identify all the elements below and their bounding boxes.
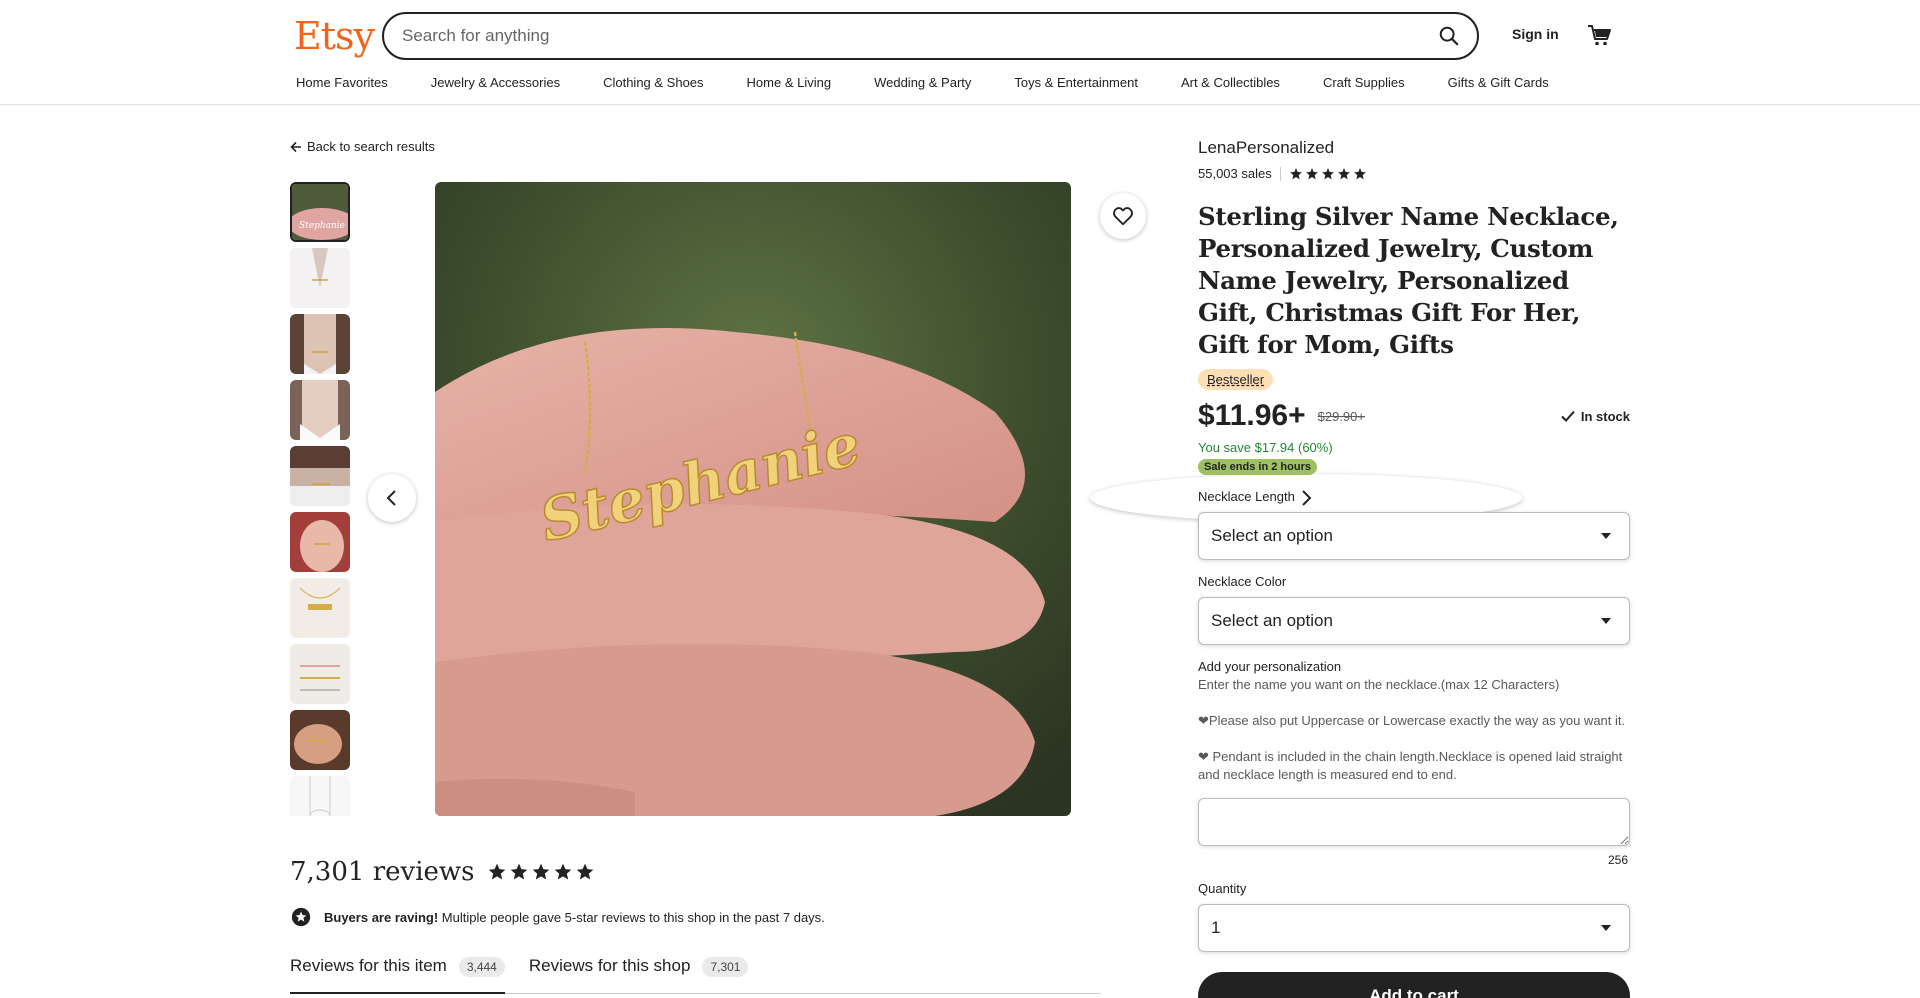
caret-down-icon (1601, 618, 1611, 624)
back-to-search-link[interactable]: Back to search results (290, 139, 435, 154)
instruction-line: ❤ Pendant is included in the chain lengt… (1198, 749, 1623, 782)
reviews-count-title: 7,301 reviews (290, 857, 475, 887)
etsy-logo[interactable]: Etsy (294, 14, 375, 58)
tab-reviews-for-item[interactable]: Reviews for this item 3,444 (290, 950, 505, 994)
character-count: 256 (1607, 853, 1628, 867)
chevron-left-icon (386, 490, 396, 506)
sale-ends-badge: Sale ends in 2 hours (1198, 459, 1317, 475)
quantity-select[interactable]: 1 (1198, 904, 1630, 952)
you-save-text: You save $17.94 (60%) (1198, 440, 1333, 455)
original-price: $29.90+ (1317, 408, 1365, 424)
shop-name-link[interactable]: LenaPersonalized (1198, 138, 1630, 158)
nav-toys-entertainment[interactable]: Toys & Entertainment (1014, 75, 1138, 90)
current-price: $11.96+ (1198, 399, 1306, 432)
caret-down-icon (1601, 533, 1611, 539)
caret-down-icon (1601, 925, 1611, 931)
thumbnail[interactable] (290, 446, 350, 506)
necklace-length-select[interactable]: Select an option (1198, 512, 1630, 560)
bestseller-badge[interactable]: Bestseller (1198, 369, 1274, 390)
thumbnail[interactable] (290, 578, 350, 638)
necklace-color-select[interactable]: Select an option (1198, 597, 1630, 645)
nav-gifts-gift-cards[interactable]: Gifts & Gift Cards (1448, 75, 1549, 90)
category-nav: Home Favorites Jewelry & Accessories Clo… (296, 75, 1549, 90)
raving-text: Buyers are raving! Multiple people gave … (324, 910, 825, 925)
tab-count-badge: 7,301 (702, 957, 749, 977)
select-value: Select an option (1211, 611, 1333, 630)
star-icon (1337, 167, 1350, 179)
star-icon (576, 863, 593, 880)
price-row: $11.96+ $29.90+ In stock (1198, 398, 1630, 434)
star-icon (532, 863, 549, 880)
search-icon[interactable] (1431, 18, 1467, 54)
tab-count-badge: 3,444 (458, 957, 505, 977)
divider (1279, 166, 1281, 181)
thumbnail[interactable] (290, 776, 350, 816)
arrow-left-icon (290, 141, 301, 152)
necklace-length-label: Necklace Length (1198, 489, 1295, 504)
star-icon (1289, 167, 1302, 179)
instruction-line: Enter the name you want on the necklace.… (1198, 677, 1560, 692)
personalization-label: Add your personalization (1198, 659, 1342, 674)
nav-craft-supplies[interactable]: Craft Supplies (1323, 75, 1405, 90)
previous-image-button[interactable] (368, 474, 416, 522)
stock-label: In stock (1580, 408, 1630, 424)
quantity-label: Quantity (1198, 881, 1247, 896)
svg-text:Stephanie: Stephanie (299, 221, 345, 231)
nav-art-collectibles[interactable]: Art & Collectibles (1181, 75, 1280, 90)
nav-home-living[interactable]: Home & Living (747, 75, 832, 90)
search-input[interactable] (402, 14, 1382, 58)
nav-home-favorites[interactable]: Home Favorites (296, 75, 388, 90)
product-title: Sterling Silver Name Necklace, Personali… (1198, 202, 1619, 359)
shop-star-rating[interactable] (1289, 167, 1367, 181)
nav-clothing-shoes[interactable]: Clothing & Shoes (603, 75, 703, 90)
star-icon (488, 863, 505, 880)
favorite-button[interactable] (1100, 193, 1146, 239)
reviews-tabs: Reviews for this item 3,444 Reviews for … (290, 950, 1101, 994)
nav-wedding-party[interactable]: Wedding & Party (874, 75, 971, 90)
star-icon (1305, 167, 1318, 179)
stock-status: In stock (1560, 408, 1630, 424)
add-to-cart-button[interactable]: Add to cart (1198, 972, 1630, 998)
tab-label: Reviews for this shop (528, 956, 691, 975)
checkmark-icon (1561, 410, 1575, 422)
buyers-raving-notice: Buyers are raving! Multiple people gave … (290, 906, 825, 928)
thumbnail-strip: Stephanie (290, 182, 350, 816)
sales-count: 55,003 sales (1198, 166, 1272, 181)
select-value: 1 (1211, 918, 1221, 937)
nav-jewelry-accessories[interactable]: Jewelry & Accessories (431, 75, 560, 90)
back-link-label: Back to search results (307, 139, 435, 154)
star-icon (1353, 167, 1366, 179)
necklace-color-label: Necklace Color (1198, 574, 1287, 589)
thumbnail[interactable]: Stephanie (290, 182, 350, 242)
star-icon (554, 863, 571, 880)
thumbnail[interactable] (290, 512, 350, 572)
thumbnail[interactable] (290, 380, 350, 440)
thumbnail[interactable] (290, 248, 350, 308)
raving-bold: Buyers are raving! (324, 909, 439, 925)
heart-icon (1113, 207, 1133, 226)
sign-in-link[interactable]: Sign in (1512, 26, 1559, 42)
thumbnail[interactable] (290, 314, 350, 374)
star-badge-icon (291, 907, 311, 927)
personalization-instructions: Enter the name you want on the necklace.… (1198, 676, 1630, 784)
thumbnail[interactable] (290, 710, 350, 770)
cart-icon[interactable] (1586, 22, 1612, 48)
select-value: Select an option (1211, 526, 1333, 545)
instruction-line: ❤Please also put Uppercase or Lowercase … (1198, 713, 1626, 728)
tab-label: Reviews for this item (290, 956, 447, 975)
main-product-image: Stephanie (435, 182, 1071, 816)
product-details: LenaPersonalized 55,003 sales Sterling S… (1198, 138, 1630, 998)
shop-sales-rating: 55,003 sales (1198, 166, 1630, 181)
reviews-star-rating (487, 862, 595, 882)
raving-description: Multiple people gave 5-star reviews to t… (441, 909, 825, 925)
thumbnail[interactable] (290, 644, 350, 704)
personalization-input[interactable] (1198, 798, 1630, 846)
reviews-heading: 7,301 reviews (290, 857, 595, 887)
search-bar (382, 12, 1479, 60)
star-icon (510, 863, 527, 880)
tab-reviews-for-shop[interactable]: Reviews for this shop 7,301 (529, 950, 749, 994)
star-icon (1321, 167, 1334, 179)
site-header: Etsy Sign in Home Favorites Jewelry & Ac… (0, 0, 1920, 105)
